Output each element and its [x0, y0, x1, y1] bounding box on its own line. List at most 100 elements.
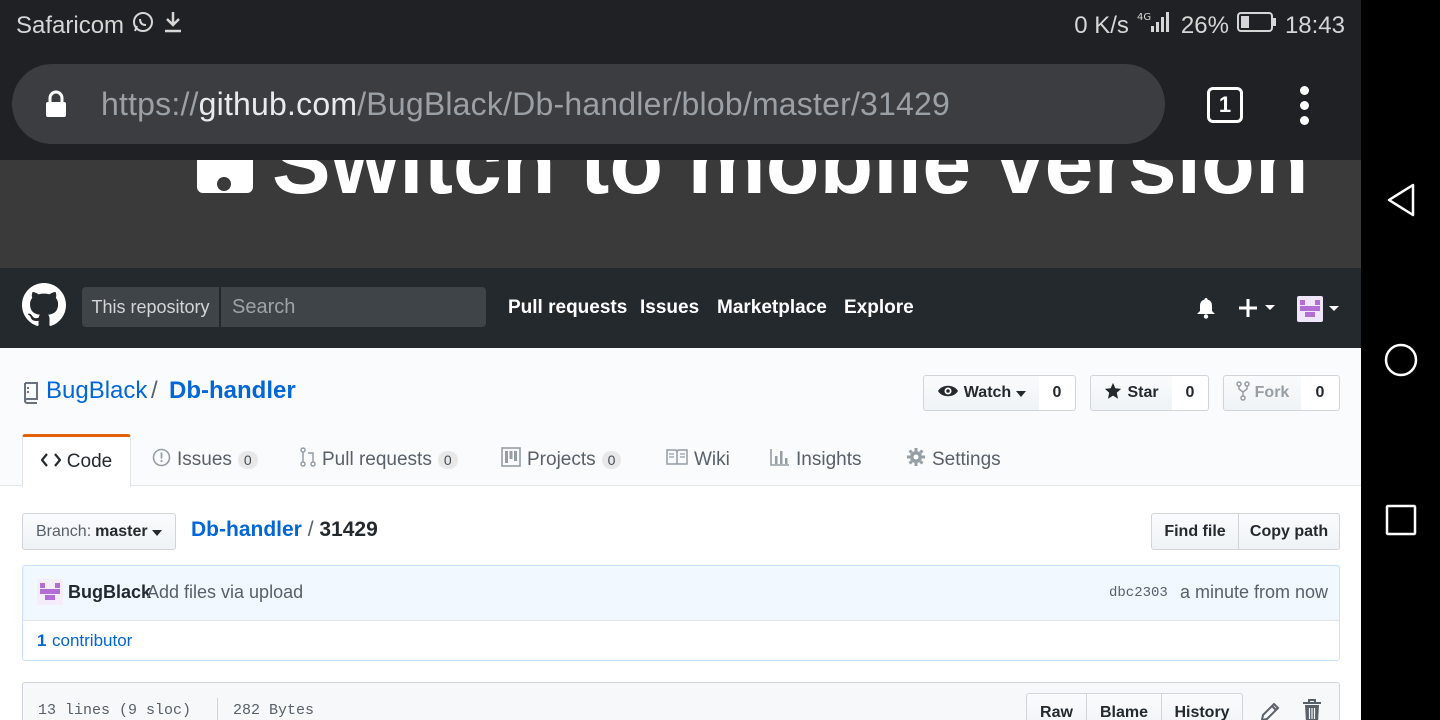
star-button[interactable]: Star — [1090, 375, 1173, 411]
tab-pull-requests-label: Pull requests — [322, 449, 432, 470]
graph-icon — [770, 448, 790, 472]
tab-code[interactable]: Code — [22, 434, 131, 487]
search-scope-label: This repository — [82, 287, 219, 327]
pencil-icon[interactable] — [1259, 701, 1281, 720]
history-button[interactable]: History — [1161, 693, 1243, 720]
signal-icon: 4G — [1137, 10, 1173, 41]
tab-settings[interactable]: Settings — [906, 434, 1001, 486]
fork-count[interactable]: 0 — [1301, 375, 1340, 411]
create-new-plus-icon[interactable] — [1238, 296, 1278, 325]
avatar[interactable] — [1297, 296, 1341, 327]
watch-count[interactable]: 0 — [1039, 375, 1076, 411]
commit-message[interactable]: Add files via upload — [147, 582, 303, 603]
switch-to-mobile-banner[interactable]: Switch to mobile version — [0, 160, 1361, 268]
chevron-down-icon — [1016, 384, 1027, 402]
recents-icon[interactable] — [1381, 500, 1421, 540]
fork-icon — [1235, 380, 1250, 406]
divider — [217, 698, 218, 720]
branch-name: master — [95, 522, 148, 540]
tab-projects-label: Projects — [527, 449, 596, 470]
raw-button[interactable]: Raw — [1026, 693, 1087, 720]
contributors-label: contributor — [52, 631, 133, 650]
address-bar[interactable]: https://github.com/BugBlack/Db-handler/b… — [12, 64, 1165, 144]
branch-select[interactable]: Branch: master — [22, 513, 176, 550]
browser-menu-icon[interactable] — [1296, 86, 1312, 126]
whatsapp-icon — [132, 11, 154, 40]
mobile-device-icon — [197, 160, 253, 193]
chevron-down-icon — [151, 523, 162, 541]
tab-wiki-label: Wiki — [694, 449, 730, 470]
tab-projects[interactable]: Projects 0 — [501, 434, 622, 486]
commit-sha[interactable]: dbc2303 — [1109, 585, 1168, 601]
blame-button[interactable]: Blame — [1086, 693, 1162, 720]
carrier-name: Safaricom — [16, 11, 125, 39]
nav-issues[interactable]: Issues — [640, 297, 699, 319]
find-file-button[interactable]: Find file — [1151, 513, 1239, 550]
github-logo-icon[interactable] — [22, 283, 66, 332]
fork-button[interactable]: Fork — [1223, 375, 1302, 411]
browser-toolbar: https://github.com/BugBlack/Db-handler/b… — [0, 50, 1361, 160]
repo-path-separator: / — [151, 377, 158, 404]
breadcrumb-repo-link[interactable]: Db-handler — [191, 518, 302, 541]
gear-icon — [906, 447, 926, 473]
repo-name-link[interactable]: Db-handler — [169, 377, 296, 405]
project-icon — [501, 447, 521, 473]
star-count[interactable]: 0 — [1172, 375, 1209, 411]
clock: 18:43 — [1284, 11, 1345, 39]
tab-issues-label: Issues — [177, 449, 232, 470]
watch-label: Watch — [963, 384, 1012, 401]
repo-header: BugBlack / Db-handler Watch 0 Star 0 For… — [0, 348, 1361, 487]
search-input[interactable] — [221, 287, 486, 327]
back-icon[interactable] — [1381, 180, 1421, 220]
trash-icon[interactable] — [1302, 699, 1322, 720]
tab-pull-requests[interactable]: Pull requests 0 — [300, 434, 458, 486]
issue-icon — [152, 448, 171, 473]
tab-insights-label: Insights — [796, 449, 862, 470]
github-header: This repository Pull requests Issues Mar… — [0, 268, 1361, 348]
bell-icon[interactable] — [1196, 297, 1216, 324]
code-icon — [40, 451, 62, 473]
contributors-bar[interactable]: 1 contributor — [22, 620, 1340, 661]
eye-icon — [937, 384, 959, 403]
tab-issues[interactable]: Issues 0 — [152, 434, 258, 486]
nav-pull-requests[interactable]: Pull requests — [508, 297, 627, 319]
switch-to-mobile-link[interactable]: Switch to mobile version — [272, 160, 1309, 214]
tab-code-label: Code — [66, 451, 113, 472]
tab-pull-requests-count: 0 — [437, 451, 458, 469]
star-icon — [1104, 382, 1122, 405]
url-path: /BugBlack/Db-handler/blob/master/31429 — [357, 86, 951, 122]
tab-wiki[interactable]: Wiki — [666, 434, 730, 486]
download-icon — [162, 10, 184, 41]
url-text[interactable]: https://github.com/BugBlack/Db-handler/b… — [101, 86, 950, 123]
breadcrumb-file-name: 31429 — [319, 518, 378, 541]
breadcrumb-separator: / — [307, 518, 314, 541]
repo-owner-link[interactable]: BugBlack — [46, 377, 147, 405]
tab-insights[interactable]: Insights — [770, 434, 861, 486]
nav-explore[interactable]: Explore — [844, 297, 914, 319]
commit-author[interactable]: BugBlack — [68, 582, 151, 603]
battery-icon — [1236, 11, 1277, 40]
tab-projects-count: 0 — [601, 451, 622, 469]
status-bar: Safaricom 0 K/s 4G 26% 18:43 — [0, 0, 1361, 50]
book-icon — [666, 449, 688, 471]
pull-request-icon — [300, 447, 316, 473]
tab-issues-count: 0 — [237, 451, 258, 469]
breadcrumb: Db-handler / 31429 — [191, 518, 378, 542]
file-header: 13 lines (9 sloc) 282 Bytes Raw Blame Hi… — [22, 682, 1340, 720]
file-size: 282 Bytes — [233, 702, 315, 719]
lock-icon — [45, 90, 67, 123]
svg-text:4G: 4G — [1137, 12, 1151, 23]
nav-marketplace[interactable]: Marketplace — [717, 297, 827, 319]
commit-time: a minute from now — [1180, 582, 1329, 602]
copy-path-button[interactable]: Copy path — [1238, 513, 1340, 550]
url-host: github.com — [198, 86, 358, 122]
home-icon[interactable] — [1381, 340, 1421, 380]
repo-icon — [22, 382, 38, 409]
tab-settings-label: Settings — [932, 449, 1001, 470]
star-label: Star — [1127, 384, 1159, 401]
tab-switcher-button[interactable]: 1 — [1207, 87, 1243, 123]
network-speed: 0 K/s — [1074, 11, 1129, 39]
author-avatar[interactable] — [37, 579, 63, 610]
watch-button[interactable]: Watch — [923, 375, 1040, 411]
branch-prefix: Branch: — [36, 522, 92, 540]
